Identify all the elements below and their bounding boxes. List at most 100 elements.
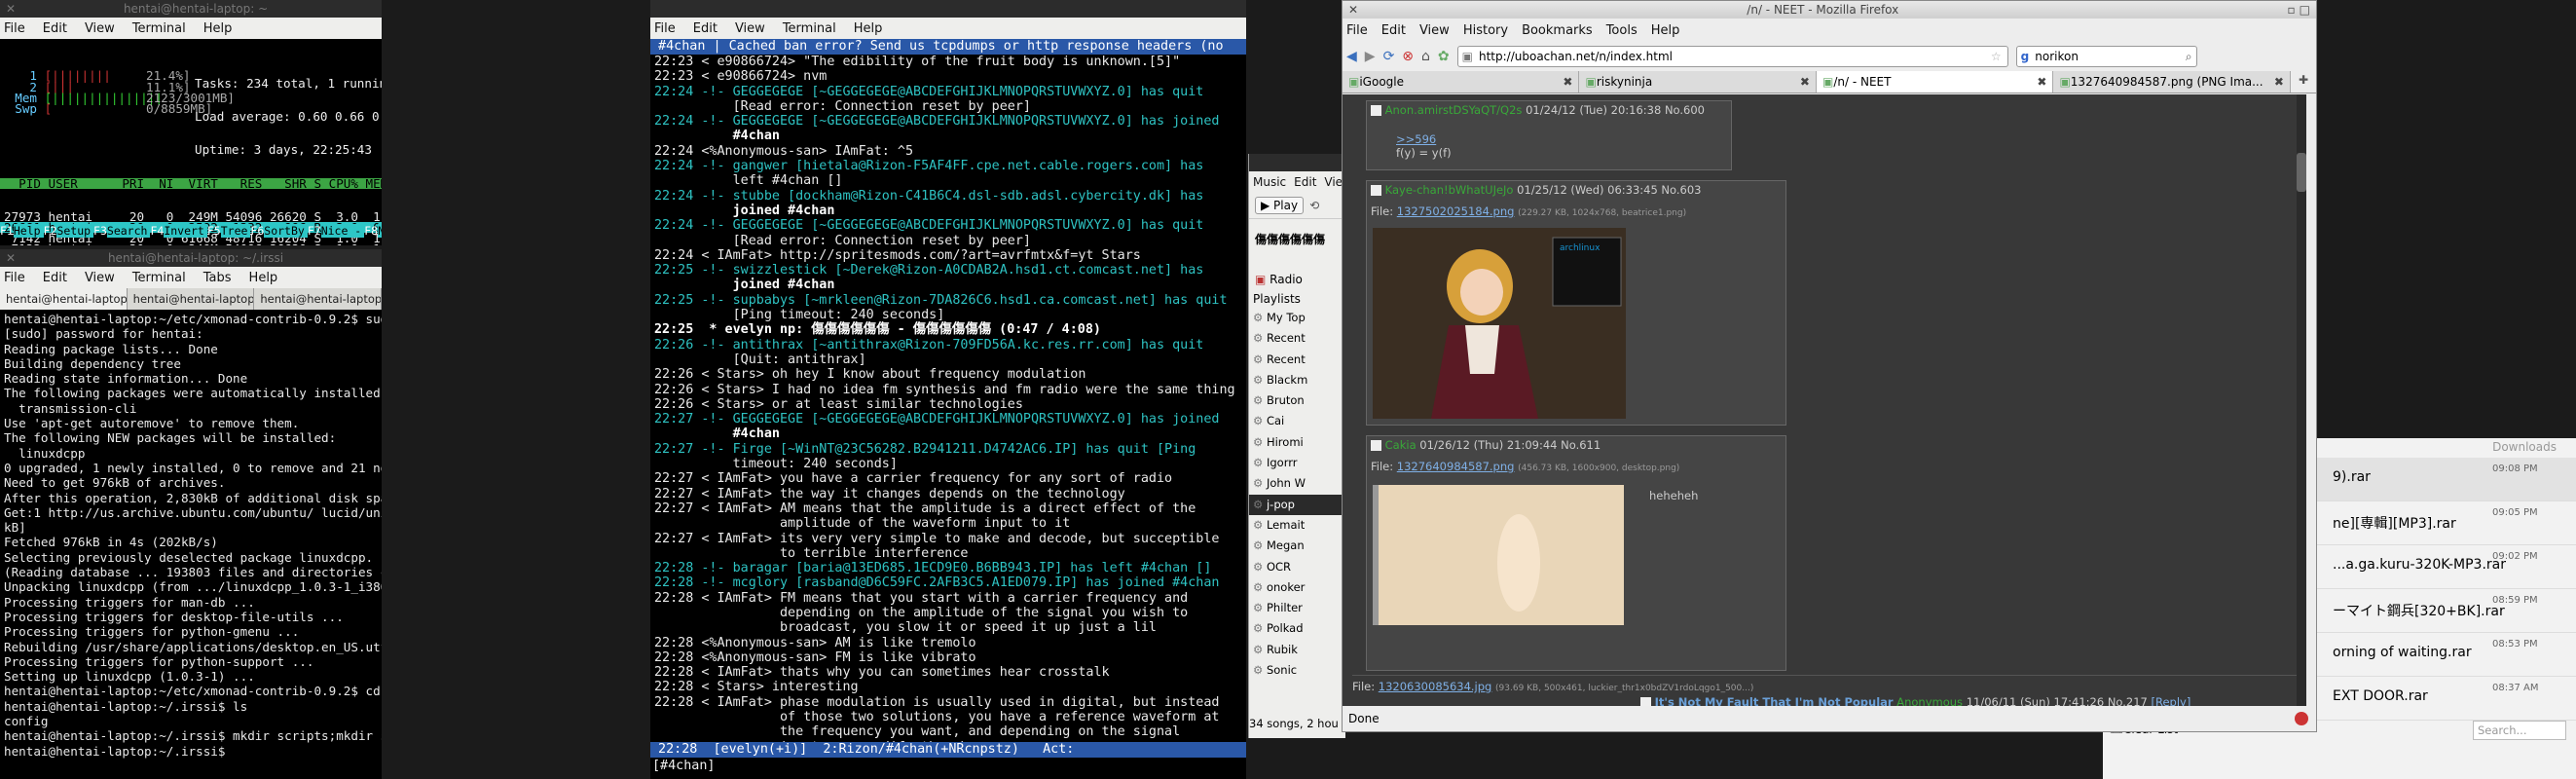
playlist-item[interactable]: ⚙ Bruton — [1249, 390, 1345, 411]
repeat-icon[interactable]: ⟲ — [1309, 199, 1319, 212]
browser-tab[interactable]: ▣ /n/ - NEET ✖ — [1816, 71, 2054, 93]
menu-help[interactable]: Help — [249, 271, 278, 285]
close-icon[interactable]: ✕ — [6, 251, 16, 265]
post-checkbox[interactable] — [1371, 185, 1381, 196]
fkey-f3[interactable]: F3Search — [93, 224, 151, 238]
playlist-item[interactable]: ⚙ Philter — [1249, 598, 1345, 618]
playlist-item[interactable]: ⚙ j-pop — [1249, 494, 1345, 515]
menu-edit[interactable]: Edit — [693, 21, 718, 36]
radio-source[interactable]: ▣ Radio — [1249, 269, 1345, 290]
file-link[interactable]: 1320630085634.jpg — [1379, 680, 1492, 693]
fkey-f1[interactable]: F1Help — [0, 224, 44, 238]
menu-tools[interactable]: Tools — [1606, 23, 1638, 38]
browser-tab[interactable]: ▣ riskyninja ✖ — [1579, 71, 1817, 93]
playlist-item[interactable]: ⚙ onoker — [1249, 577, 1345, 598]
playlist-item[interactable]: ⚙ Recent — [1249, 350, 1345, 370]
menu-music[interactable]: Music — [1253, 175, 1286, 189]
terminal-tab[interactable]: hentai@hentai-laptop: ~/.xmon...✖ — [254, 288, 382, 310]
post-image[interactable]: archlinux — [1373, 228, 1626, 419]
post-checkbox[interactable] — [1371, 105, 1381, 116]
menu-terminal[interactable]: Terminal — [132, 271, 186, 285]
search-box[interactable]: g norikon ⌕ — [2015, 46, 2197, 67]
minimize-icon[interactable]: ▫ — [2288, 3, 2296, 17]
menu-view[interactable]: View — [85, 271, 115, 285]
close-icon[interactable]: ✖ — [1563, 75, 1572, 89]
menu-file[interactable]: File — [4, 21, 25, 36]
menu-bookmarks[interactable]: Bookmarks — [1522, 23, 1593, 38]
address-bar[interactable]: ▣ http://uboachan.net/n/index.html ☆ — [1456, 46, 2008, 67]
menu-edit[interactable]: Edit — [43, 21, 67, 36]
post-image[interactable] — [1373, 485, 1624, 625]
post-reply-link[interactable]: >>596 — [1367, 119, 1731, 146]
fkey-f8[interactable]: F8Nice + — [364, 224, 382, 238]
close-icon[interactable]: ✖ — [1800, 75, 1810, 89]
browser-tab[interactable]: ▣ 1327640984587.png (PNG Ima... ✖ — [2053, 71, 2291, 93]
post-checkbox[interactable] — [1371, 440, 1381, 451]
close-icon[interactable]: ✕ — [1348, 3, 1358, 17]
menu-tabs[interactable]: Tabs — [203, 271, 232, 285]
playlist-item[interactable]: ⚙ Cai — [1249, 411, 1345, 431]
terminal-tab[interactable]: hentai@hentai-laptop: ~/.irssi✖ — [0, 288, 128, 310]
menu-edit[interactable]: Edit — [1294, 175, 1316, 189]
menu-edit[interactable]: Edit — [43, 271, 67, 285]
fkey-f2[interactable]: F2Setup — [44, 224, 94, 238]
irc-input[interactable]: [#4chan] — [650, 758, 1246, 775]
downloads-search[interactable]: Search... — [2473, 721, 2566, 740]
reply-link[interactable]: [Reply] — [2152, 695, 2191, 706]
page-scrollbar[interactable] — [2297, 94, 2306, 706]
menu-edit[interactable]: Edit — [1381, 23, 1406, 38]
menu-help[interactable]: Help — [854, 21, 883, 36]
playlist-item[interactable]: ⚙ John W — [1249, 473, 1345, 494]
home-icon[interactable]: ⌂ — [1421, 49, 1430, 64]
new-tab-icon[interactable]: ✚ — [2291, 71, 2316, 93]
menu-file[interactable]: File — [654, 21, 676, 36]
menu-terminal[interactable]: Terminal — [132, 21, 186, 36]
menu-view[interactable]: View — [85, 21, 115, 36]
playlist-item[interactable]: ⚙ Sonic — [1249, 660, 1345, 681]
search-icon[interactable]: ⌕ — [2186, 50, 2192, 64]
htop-titlebar[interactable]: ✕ hentai@hentai-laptop: ~ — [0, 0, 382, 18]
play-button[interactable]: ▶ Play — [1255, 197, 1305, 214]
browser-tab[interactable]: ▣ iGoogle ✖ — [1343, 71, 1580, 93]
playlist-item[interactable]: ⚙ Rubik — [1249, 640, 1345, 660]
playlist-item[interactable]: ⚙ Igorrr — [1249, 453, 1345, 473]
fkey-f7[interactable]: F7Nice - — [308, 224, 365, 238]
addon-icon[interactable]: ✿ — [1438, 49, 1450, 64]
maximize-icon[interactable]: □ — [2300, 3, 2310, 17]
fkey-f5[interactable]: F5Tree — [207, 224, 251, 238]
playlist-item[interactable]: ⚙ Recent — [1249, 328, 1345, 349]
playlist-item[interactable]: ⚙ My Top — [1249, 308, 1345, 328]
playlist-item[interactable]: ⚙ Megan — [1249, 536, 1345, 556]
menu-help[interactable]: Help — [1651, 23, 1680, 38]
close-icon[interactable]: ✖ — [2037, 75, 2046, 89]
close-icon[interactable]: ✖ — [2274, 75, 2284, 89]
irc-titlebar[interactable] — [650, 0, 1246, 18]
menu-view[interactable]: View — [1419, 23, 1450, 38]
menu-view[interactable]: View — [735, 21, 765, 36]
menu-file[interactable]: File — [4, 271, 25, 285]
firefox-titlebar[interactable]: ✕ /n/ - NEET - Mozilla Firefox ▫ □ — [1343, 1, 2316, 19]
file-link[interactable]: 1327640984587.png — [1397, 460, 1515, 473]
playlist-item[interactable]: ⚙ Blackm — [1249, 370, 1345, 390]
menu-file[interactable]: File — [1346, 23, 1368, 38]
rhythmbox-titlebar[interactable] — [1249, 154, 1345, 171]
close-icon[interactable]: ✕ — [6, 2, 16, 16]
fkey-f4[interactable]: F4Invert — [150, 224, 207, 238]
menu-terminal[interactable]: Terminal — [783, 21, 836, 36]
terminal-tab[interactable]: hentai@hentai-laptop: ~/.xmon...✖ — [128, 288, 255, 310]
playlist-item[interactable]: ⚙ Polkad — [1249, 618, 1345, 639]
playlist-item[interactable]: ⚙ OCR — [1249, 557, 1345, 577]
bookmark-star-icon[interactable]: ☆ — [1991, 50, 2002, 63]
addon-bar-icon[interactable] — [2295, 712, 2308, 725]
reload-icon[interactable]: ⟳ — [1383, 49, 1395, 64]
forward-icon[interactable]: ▶ — [1365, 49, 1376, 64]
terminal-output[interactable]: hentai@hentai-laptop:~/etc/xmonad-contri… — [0, 310, 382, 779]
file-link[interactable]: 1327502025184.png — [1397, 204, 1515, 218]
scrollbar-thumb[interactable] — [2297, 153, 2306, 192]
fkey-f6[interactable]: F6SortBy — [250, 224, 308, 238]
terminal-titlebar[interactable]: ✕ hentai@hentai-laptop: ~/.irssi — [0, 249, 382, 267]
process-row[interactable]: 7122 hentai 20 0 249M 54096 26620 S 1.0 … — [4, 243, 382, 245]
playlist-item[interactable]: ⚙ Hiromi — [1249, 432, 1345, 453]
back-icon[interactable]: ◀ — [1346, 49, 1357, 64]
post-checkbox[interactable] — [1640, 697, 1651, 706]
